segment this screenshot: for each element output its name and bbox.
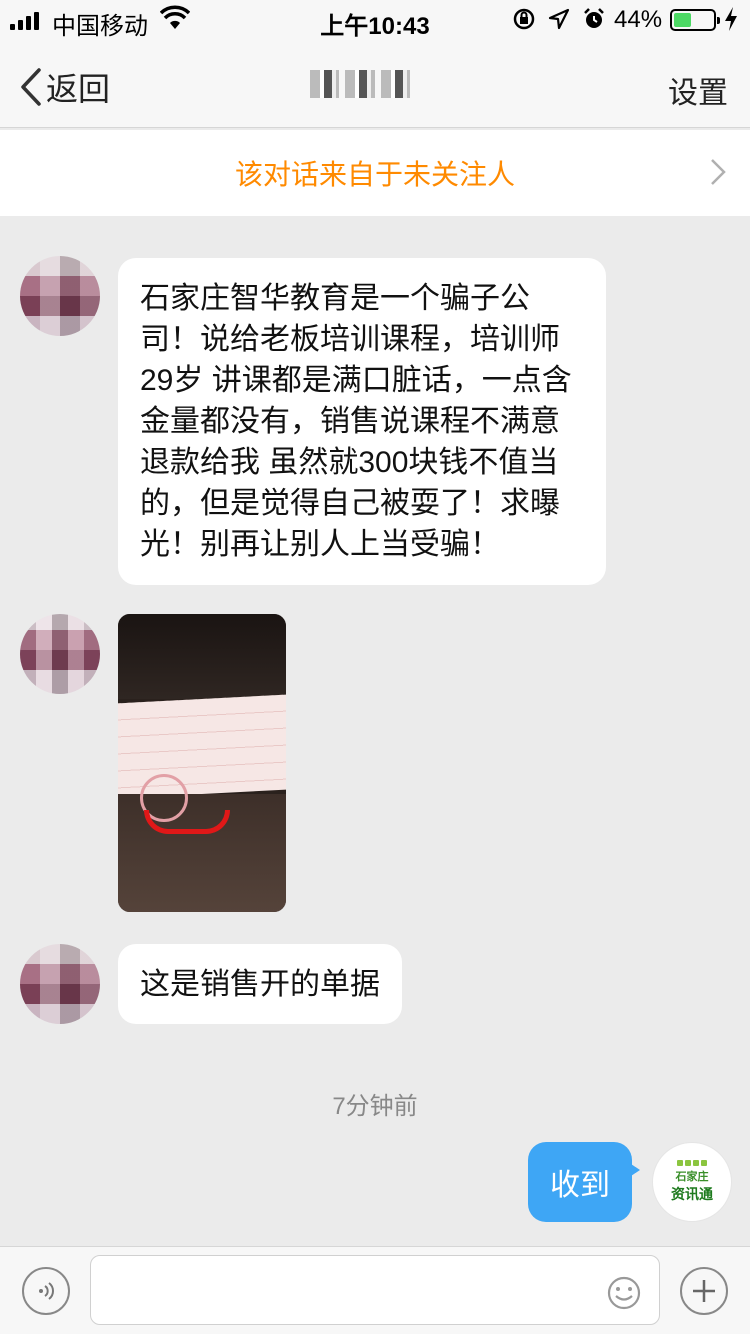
settings-button[interactable]: 设置 — [668, 68, 728, 112]
message-text: 这是销售开的单据 — [140, 968, 380, 1001]
contact-name-pixelated — [310, 70, 410, 98]
more-options-button[interactable] — [680, 1267, 728, 1315]
alarm-icon — [584, 8, 604, 28]
voice-input-button[interactable] — [22, 1267, 70, 1315]
chevron-right-icon — [711, 159, 726, 185]
location-icon — [548, 8, 570, 30]
status-bar: 中国移动 上午10:43 44% — [0, 0, 750, 40]
voice-icon — [39, 1282, 54, 1300]
charging-bolt-icon — [725, 7, 737, 31]
back-label: 返回 — [46, 71, 111, 107]
message-text: 石家庄智华教育是一个骗子公司！说给老板培训课程，培训师29岁 讲课都是满口脏话，… — [140, 282, 572, 561]
receipt-photo[interactable] — [118, 614, 286, 912]
logo-line-1: 石家庄 — [675, 1171, 709, 1183]
brand-logo: 石家庄 资讯通 — [671, 1160, 713, 1204]
chevron-left-icon — [21, 68, 41, 106]
logo-line-2: 资讯通 — [671, 1186, 713, 1202]
message-bubble[interactable]: 这是销售开的单据 — [118, 944, 402, 1024]
battery-icon — [670, 9, 720, 31]
sender-avatar[interactable] — [20, 614, 100, 694]
emoji-icon[interactable] — [606, 1275, 642, 1311]
message-text: 收到 — [550, 1169, 610, 1202]
message-timestamp: 7分钟前 — [332, 1093, 418, 1120]
rotation-lock-icon — [513, 8, 535, 30]
navigation-bar: 返回 设置 — [0, 40, 750, 128]
outgoing-message-bubble[interactable]: 收到 — [528, 1142, 640, 1222]
message-input[interactable] — [90, 1255, 660, 1325]
unfollowed-notice-banner[interactable]: 该对话来自于未关注人 — [0, 130, 750, 216]
plus-icon — [693, 1280, 715, 1302]
notice-text: 该对话来自于未关注人 — [234, 159, 515, 190]
input-bar — [0, 1246, 750, 1334]
sender-avatar[interactable] — [20, 256, 100, 336]
my-avatar[interactable]: 石家庄 资讯通 — [652, 1142, 732, 1222]
back-button[interactable]: 返回 — [20, 64, 110, 110]
battery-percentage: 44% — [614, 6, 663, 33]
battery-level-fill — [674, 13, 691, 27]
message-bubble[interactable]: 石家庄智华教育是一个骗子公司！说给老板培训课程，培训师29岁 讲课都是满口脏话，… — [118, 258, 606, 585]
sender-avatar[interactable] — [20, 944, 100, 1024]
